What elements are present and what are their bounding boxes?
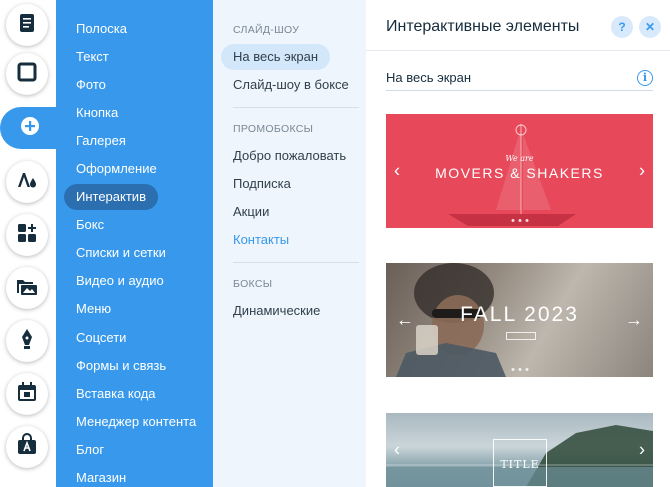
category-item[interactable]: Бокс [64,212,116,238]
apps-icon [15,221,39,250]
category-item[interactable]: Кнопка [64,100,130,126]
slide-title: TITLE [500,458,540,471]
category-item[interactable]: Соцсети [64,325,138,351]
category-item[interactable]: Оформление [64,156,169,182]
subcategory-item[interactable]: Добро пожаловать [221,143,358,169]
pages-button[interactable] [6,4,48,46]
subcategory-item-hover[interactable]: Контакты [221,227,301,253]
divider [233,262,359,263]
category-menu: Полоска Текст Фото Кнопка Галерея Оформл… [56,0,213,487]
slide-title: FALL 2023 [460,303,579,326]
background-icon [15,60,39,89]
store-button[interactable] [6,426,48,468]
category-item[interactable]: Блог [64,437,116,463]
category-item[interactable]: Фото [64,72,118,98]
subcategory-item[interactable]: Слайд-шоу в боксе [221,72,361,98]
blog-button[interactable] [6,320,48,362]
divider [233,107,359,108]
help-button[interactable]: ? [611,16,633,38]
close-icon: ✕ [644,20,656,34]
calendar-icon [15,380,39,409]
category-item[interactable]: Галерея [64,128,138,154]
slide-dots [511,368,528,371]
store-icon [15,432,39,462]
bookings-button[interactable] [6,373,48,415]
category-item[interactable]: Текст [64,44,121,70]
divider [386,90,653,91]
subcategory-item[interactable]: Динамические [221,298,332,324]
category-item[interactable]: Менеджер контента [64,409,208,435]
slideshow-template-title[interactable]: TITLE ‹ › [386,413,653,487]
icon-rail [0,0,60,487]
slideshow-template-movers[interactable]: We are MOVERS & SHAKERS ‹ › [386,114,653,228]
subcategory-panel: СЛАЙД-ШОУ На весь экран Слайд-шоу в бокс… [213,0,366,487]
slide-title: MOVERS & SHAKERS [435,165,604,181]
help-icon: ? [618,20,626,34]
slide-dots [511,219,528,222]
content-panel: Интерактивные элементы ? ✕ На весь экран… [366,0,670,487]
add-button[interactable] [0,107,60,149]
subcategory-item-selected[interactable]: На весь экран [221,44,331,70]
prev-arrow-icon: ← [396,309,414,330]
slide-pretitle: We are [505,154,534,163]
media-icon [15,274,39,303]
prev-arrow-icon: ‹ [394,439,400,460]
subcategory-item[interactable]: Акции [221,199,281,225]
info-icon[interactable]: i [637,70,653,86]
slide-button-placeholder [506,332,536,340]
subcategory-item[interactable]: Подписка [221,171,303,197]
prev-arrow-icon: ‹ [394,160,400,181]
theme-icon [15,168,39,197]
section-title: СЛАЙД-ШОУ [233,24,300,36]
theme-button[interactable] [6,161,48,203]
pen-icon [15,327,39,356]
next-arrow-icon: → [625,309,643,330]
category-item[interactable]: Видео и аудио [64,268,176,294]
media-button[interactable] [6,267,48,309]
background-button[interactable] [6,53,48,95]
add-icon [18,114,42,143]
category-item[interactable]: Формы и связь [64,353,178,379]
page-icon [15,11,39,40]
section-title: БОКСЫ [233,278,273,290]
slideshow-template-fall[interactable]: FALL 2023 ← → [386,263,653,377]
panel-title: Интерактивные элементы [386,18,580,35]
apps-button[interactable] [6,214,48,256]
category-item[interactable]: Вставка кода [64,381,168,407]
category-item[interactable]: Полоска [64,16,139,42]
category-item[interactable]: Списки и сетки [64,240,178,266]
category-item-selected[interactable]: Интерактив [64,184,158,210]
divider [366,50,670,51]
category-item[interactable]: Магазин [64,465,138,487]
section-heading: На весь экран [386,70,472,85]
close-button[interactable]: ✕ [639,16,661,38]
section-title: ПРОМОБОКСЫ [233,123,314,135]
next-arrow-icon: › [639,439,645,460]
category-item[interactable]: Меню [64,296,123,322]
next-arrow-icon: › [639,160,645,181]
